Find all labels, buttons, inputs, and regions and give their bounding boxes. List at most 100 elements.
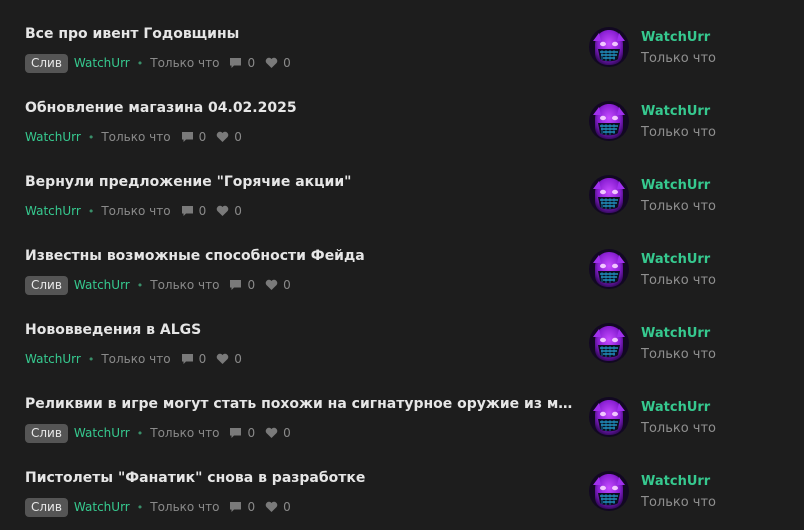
last-post-author[interactable]: WatchUrr [641,251,710,269]
thread-author-link[interactable]: WatchUrr [74,56,130,70]
thread-title[interactable]: Нововведения в ALGS [25,320,580,340]
thread-author-link[interactable]: WatchUrr [25,352,81,366]
thread-meta: Слив WatchUrr • Только что 0 0 [25,497,291,517]
thread-author-link[interactable]: WatchUrr [25,130,81,144]
thread-row: Пистолеты "Фанатик" снова в разработке С… [0,444,804,518]
last-post-author[interactable]: WatchUrr [641,473,710,491]
thread-time: Только что [150,56,220,70]
avatar-image [589,175,629,215]
heart-icon [216,353,229,364]
avatar-image [589,27,629,67]
like-count-value: 0 [283,426,291,440]
separator-dot: • [87,130,95,144]
thread-row: Реликвии в игре могут стать похожи на си… [0,370,804,444]
thread-meta: Слив WatchUrr • Только что 0 0 [25,53,291,73]
last-post-author[interactable]: WatchUrr [641,325,710,343]
thread-meta: WatchUrr • Только что 0 0 [25,349,242,369]
heart-icon [265,57,278,68]
thread-author-link[interactable]: WatchUrr [74,278,130,292]
like-count: 0 [216,204,242,218]
prefix-tag[interactable]: Слив [25,497,68,517]
thread-author-link[interactable]: WatchUrr [25,204,81,218]
thread-title[interactable]: Пистолеты "Фанатик" снова в разработке [25,468,580,488]
comment-icon [181,354,193,364]
thread-title[interactable]: Вернули предложение "Горячие акции" [25,172,580,192]
thread-row: Все про ивент Годовщины Слив WatchUrr • … [0,0,804,74]
heart-icon [265,279,278,290]
prefix-tag[interactable]: Слив [25,275,68,295]
last-post-author[interactable]: WatchUrr [641,103,710,121]
thread-author-link[interactable]: WatchUrr [74,426,130,440]
last-post-time: Только что [641,51,717,66]
avatar[interactable] [589,249,629,289]
thread-time: Только что [101,352,171,366]
separator-dot: • [87,204,95,218]
thread-meta: WatchUrr • Только что 0 0 [25,201,242,221]
like-count: 0 [265,426,291,440]
thread-row: Вернули предложение "Горячие акции" Watc… [0,148,804,222]
comment-icon [230,502,242,512]
reply-count-value: 0 [247,56,256,70]
like-count: 0 [265,500,291,514]
last-post-time: Только что [641,199,717,214]
like-count: 0 [216,352,242,366]
avatar-image [589,323,629,363]
reply-count-value: 0 [198,352,207,366]
comment-icon [230,58,242,68]
thread-time: Только что [101,204,171,218]
heart-icon [265,501,278,512]
avatar[interactable] [589,27,629,67]
last-post-time: Только что [641,421,717,436]
avatar-image [589,397,629,437]
last-post-time: Только что [641,273,717,288]
like-count: 0 [265,278,291,292]
prefix-tag[interactable]: Слив [25,53,68,73]
like-count: 0 [265,56,291,70]
last-post-author[interactable]: WatchUrr [641,399,710,417]
thread-list: Все про ивент Годовщины Слив WatchUrr • … [0,0,804,530]
thread-meta: WatchUrr • Только что 0 0 [25,127,242,147]
comment-icon [230,428,242,438]
separator-dot: • [136,56,144,70]
avatar[interactable] [589,101,629,141]
reply-count-value: 0 [198,204,207,218]
thread-time: Только что [150,426,220,440]
separator-dot: • [136,426,144,440]
thread-author-link[interactable]: WatchUrr [74,500,130,514]
prefix-tag[interactable]: Слив [25,423,68,443]
like-count-value: 0 [234,352,242,366]
avatar[interactable] [589,471,629,511]
reply-count: 0 [181,204,207,218]
reply-count: 0 [181,352,207,366]
avatar[interactable] [589,175,629,215]
thread-time: Только что [101,130,171,144]
last-post-time: Только что [641,125,717,140]
reply-count: 0 [229,426,255,440]
avatar[interactable] [589,323,629,363]
thread-row: Нововведения в ALGS WatchUrr • Только чт… [0,296,804,370]
reply-count-value: 0 [198,130,207,144]
avatar[interactable] [589,397,629,437]
heart-icon [216,205,229,216]
thread-time: Только что [150,278,220,292]
heart-icon [265,427,278,438]
last-post-author[interactable]: WatchUrr [641,177,710,195]
thread-title[interactable]: Все про ивент Годовщины [25,24,580,44]
like-count: 0 [216,130,242,144]
comment-icon [230,280,242,290]
reply-count-value: 0 [247,278,256,292]
thread-meta: Слив WatchUrr • Только что 0 0 [25,423,291,443]
thread-title[interactable]: Известны возможные способности Фейда [25,246,580,266]
comment-icon [181,206,193,216]
thread-title[interactable]: Реликвии в игре могут стать похожи на си… [25,394,580,414]
thread-title[interactable]: Обновление магазина 04.02.2025 [25,98,580,118]
separator-dot: • [87,352,95,366]
last-post-time: Только что [641,495,717,510]
comment-icon [181,132,193,142]
thread-row: Известны возможные способности Фейда Сли… [0,222,804,296]
thread-meta: Слив WatchUrr • Только что 0 0 [25,275,291,295]
last-post-author[interactable]: WatchUrr [641,29,710,47]
thread-row: Обновление магазина 04.02.2025 WatchUrr … [0,74,804,148]
like-count-value: 0 [283,278,291,292]
avatar-image [589,471,629,511]
